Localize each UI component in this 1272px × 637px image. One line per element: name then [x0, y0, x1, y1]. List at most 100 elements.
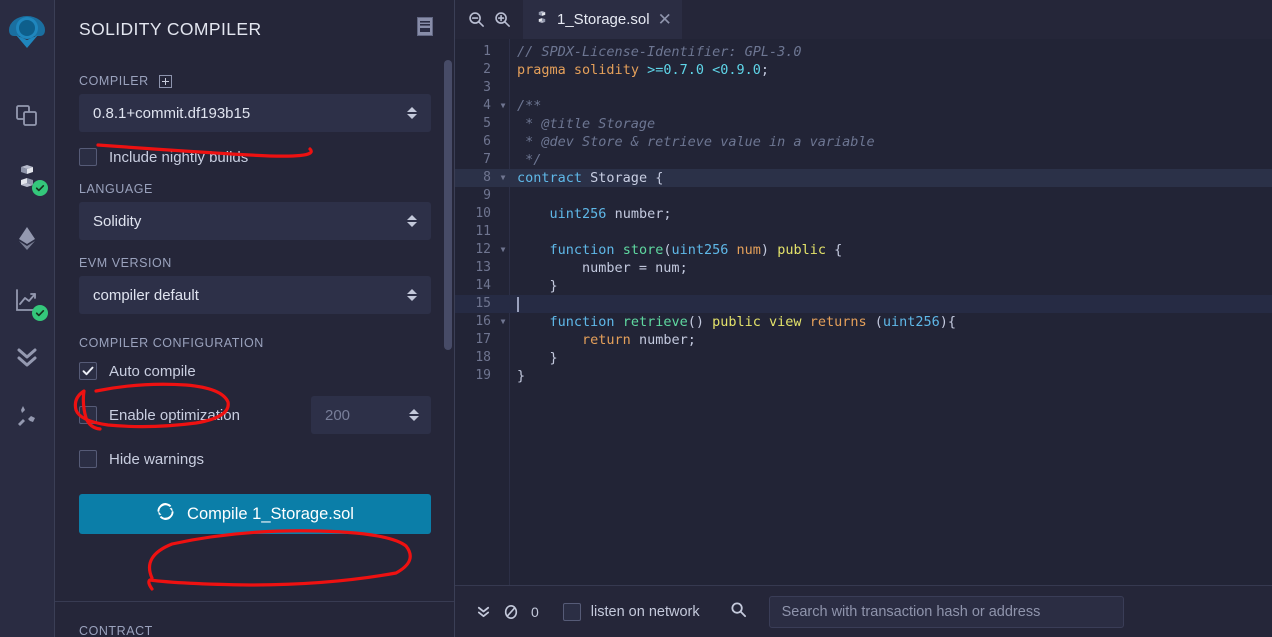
evm-version-select[interactable]: compiler default — [79, 276, 431, 314]
search-input[interactable] — [768, 595, 1124, 628]
remix-logo[interactable] — [3, 8, 51, 56]
sidebar-item-debugger[interactable] — [11, 341, 43, 373]
enable-optimization-checkbox[interactable] — [79, 406, 97, 424]
panel-body: COMPILER 0.8.1+commit.df193b15 Include n… — [55, 74, 455, 534]
code-text: } — [517, 368, 526, 384]
code-line[interactable]: 12 ▼ function store(uint256 num) public { — [455, 241, 1272, 259]
code-line[interactable]: 14 } — [455, 277, 1272, 295]
code-text: // SPDX-License-Identifier: GPL-3.0 — [517, 44, 802, 60]
line-number: 12 — [475, 242, 491, 257]
panel-scrollbar[interactable] — [444, 60, 452, 350]
code-text: } — [549, 350, 558, 366]
code-line[interactable]: 3 — [455, 79, 1272, 97]
chevron-updown-icon — [407, 289, 421, 301]
editor-area: 1_Storage.sol ✕ 1 // SPDX-License-Identif… — [455, 0, 1272, 637]
sidebar-item-solidity-compiler[interactable] — [11, 160, 48, 196]
add-custom-compiler-icon[interactable] — [158, 74, 172, 88]
fold-arrow-icon[interactable]: ▼ — [497, 241, 509, 259]
sidebar-item-deploy-run[interactable] — [11, 222, 43, 254]
code-text: pragma solidity >=0.7.0 <0.9.0; — [517, 62, 770, 78]
code-line[interactable]: 9 — [455, 187, 1272, 205]
zoom-out-icon[interactable] — [463, 7, 489, 33]
code-line[interactable]: 8 ▼ contract Storage { — [455, 169, 1272, 187]
code-lines[interactable]: 1 // SPDX-License-Identifier: GPL-3.0 2 pra… — [455, 39, 1272, 385]
close-icon[interactable]: ✕ — [658, 11, 672, 28]
fold-arrow-icon[interactable]: ▼ — [497, 313, 509, 331]
optimization-runs-value: 200 — [325, 406, 351, 424]
ban-icon[interactable] — [497, 598, 525, 626]
hide-warnings-checkbox[interactable] — [79, 450, 97, 468]
fold-arrow-icon[interactable]: ▼ — [497, 169, 509, 187]
code-text: number = num; — [582, 260, 688, 276]
zoom-in-icon[interactable] — [489, 7, 515, 33]
line-number: 1 — [483, 44, 491, 59]
editor-tab-label: 1_Storage.sol — [557, 11, 650, 28]
solidity-compiler-panel: SOLIDITY COMPILER COMPILER 0.8.1+commit.… — [55, 0, 455, 637]
article-icon[interactable] — [417, 17, 433, 41]
contract-section-label: CONTRACT — [79, 624, 153, 637]
line-number: 14 — [475, 278, 491, 293]
code-text: /** — [517, 98, 542, 114]
code-text: return number; — [582, 332, 696, 348]
line-number: 17 — [475, 332, 491, 347]
auto-compile-row[interactable]: Auto compile — [79, 362, 431, 380]
include-nightly-builds-row[interactable]: Include nightly builds — [79, 148, 431, 166]
icon-rail — [0, 0, 55, 637]
remix-ide-window: SOLIDITY COMPILER COMPILER 0.8.1+commit.… — [0, 0, 1272, 637]
line-number: 5 — [483, 116, 491, 131]
hide-warnings-label: Hide warnings — [109, 450, 205, 468]
refresh-icon — [156, 502, 175, 526]
optimization-runs-stepper[interactable]: 200 — [311, 396, 431, 434]
sidebar-item-file-explorer[interactable] — [11, 100, 43, 132]
compile-button[interactable]: Compile 1_Storage.sol — [79, 494, 431, 534]
code-line[interactable]: 10 uint256 number; — [455, 205, 1272, 223]
enable-optimization-row[interactable]: Enable optimization 200 — [79, 396, 431, 434]
analyzer-success-badge — [32, 305, 48, 321]
code-line[interactable]: 18 } — [455, 349, 1272, 367]
code-text: * @title Storage — [517, 116, 656, 132]
line-number: 11 — [475, 224, 491, 239]
page-title: SOLIDITY COMPILER — [79, 18, 262, 39]
code-line[interactable]: 1 // SPDX-License-Identifier: GPL-3.0 — [455, 43, 1272, 61]
line-number: 4 — [483, 98, 491, 113]
editor-tab[interactable]: 1_Storage.sol ✕ — [523, 0, 682, 39]
sidebar-item-plugin-manager[interactable] — [11, 400, 43, 432]
code-editor[interactable]: 1 // SPDX-License-Identifier: GPL-3.0 2 pra… — [455, 39, 1272, 585]
line-number: 15 — [475, 296, 491, 311]
compiler-version-select[interactable]: 0.8.1+commit.df193b15 — [79, 94, 431, 132]
compiler-configuration-label: COMPILER CONFIGURATION — [79, 336, 264, 350]
code-line[interactable]: 5 * @title Storage — [455, 115, 1272, 133]
listen-on-network-checkbox[interactable] — [562, 602, 581, 621]
compiler-success-badge — [32, 180, 48, 196]
sidebar-item-solidity-analyzer[interactable] — [11, 285, 48, 321]
code-text: uint256 number; — [549, 206, 672, 222]
code-line[interactable]: 2 pragma solidity >=0.7.0 <0.9.0; — [455, 61, 1272, 79]
code-line[interactable]: 4 ▼ /** — [455, 97, 1272, 115]
line-number: 7 — [483, 152, 491, 167]
search-icon[interactable] — [730, 601, 747, 623]
line-number: 9 — [483, 188, 491, 203]
code-text: function retrieve() public view returns … — [549, 314, 957, 330]
code-line[interactable]: 11 — [455, 223, 1272, 241]
compile-button-label: Compile 1_Storage.sol — [187, 504, 354, 523]
line-number: 19 — [475, 368, 491, 383]
code-line[interactable]: 6 * @dev Store & retrieve value in a var… — [455, 133, 1272, 151]
code-line[interactable]: 17 return number; — [455, 331, 1272, 349]
editor-tabbar: 1_Storage.sol ✕ — [455, 0, 1272, 39]
terminal-bar: 0 listen on network — [455, 585, 1272, 637]
include-nightly-builds-checkbox[interactable] — [79, 148, 97, 166]
code-line[interactable]: 19} — [455, 367, 1272, 385]
code-line[interactable]: 7 */ — [455, 151, 1272, 169]
code-line[interactable]: 13 number = num; — [455, 259, 1272, 277]
code-line[interactable]: 16 ▼ function retrieve() public view retu… — [455, 313, 1272, 331]
line-number: 16 — [475, 314, 491, 329]
chevron-double-down-icon[interactable] — [469, 598, 497, 626]
language-select[interactable]: Solidity — [79, 202, 431, 240]
chevron-updown-icon — [407, 107, 421, 119]
auto-compile-checkbox[interactable] — [79, 362, 97, 380]
hide-warnings-row[interactable]: Hide warnings — [79, 450, 431, 468]
line-number: 2 — [483, 62, 491, 77]
code-line[interactable]: 15 — [455, 295, 1272, 313]
fold-arrow-icon[interactable]: ▼ — [497, 97, 509, 115]
